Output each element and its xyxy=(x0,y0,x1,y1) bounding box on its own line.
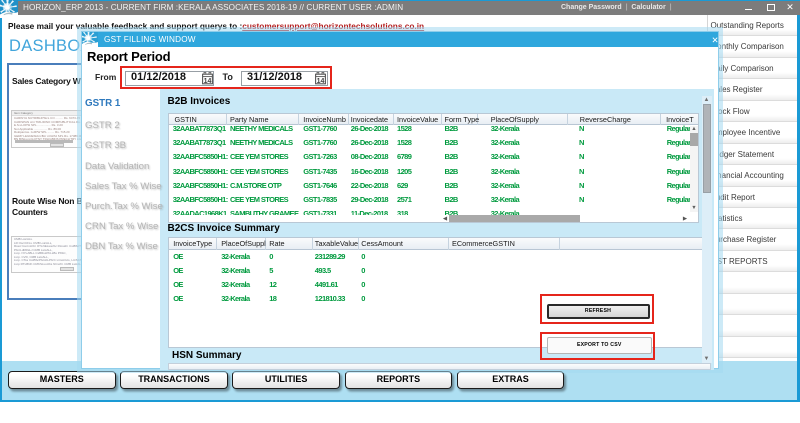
svg-text:14: 14 xyxy=(203,78,211,85)
svg-text:14: 14 xyxy=(317,78,325,85)
